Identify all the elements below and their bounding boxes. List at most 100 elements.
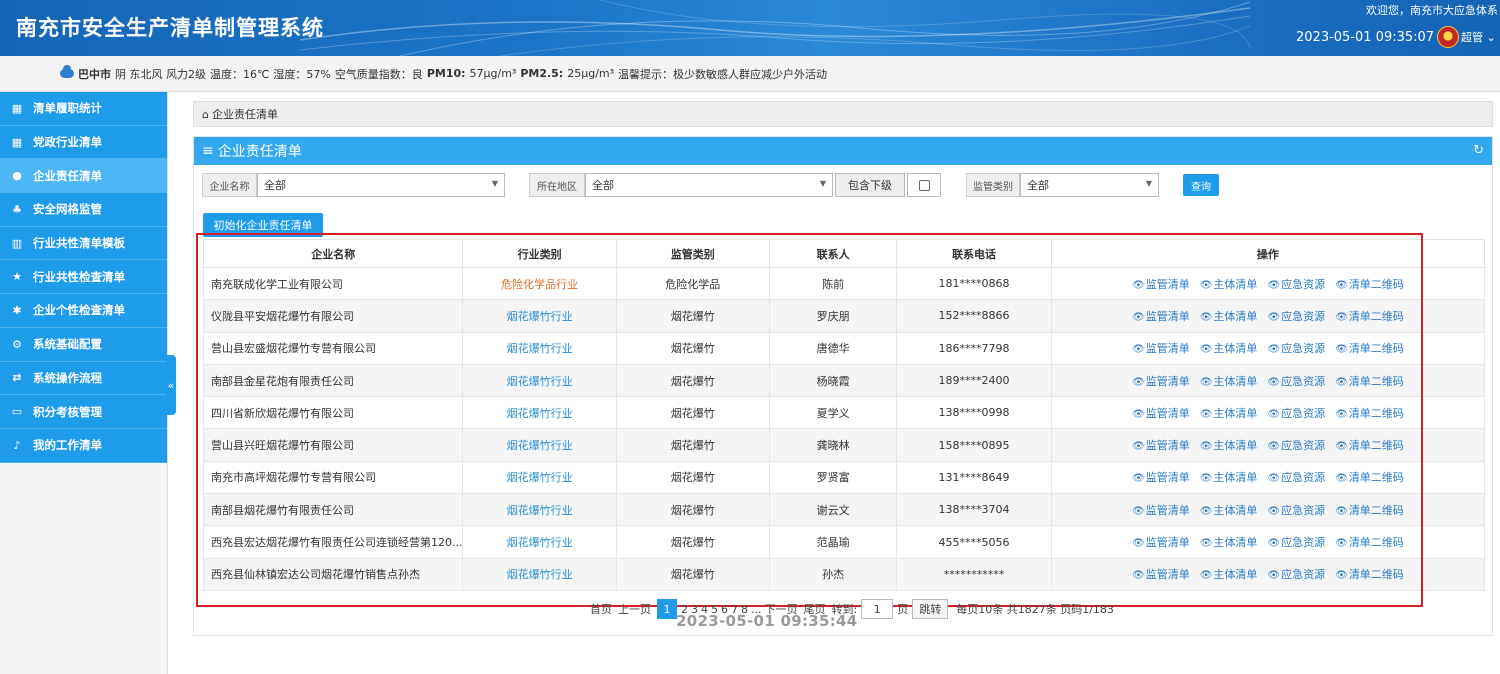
industry-link[interactable]: 危险化学品行业 [501, 278, 578, 291]
init-enterprise-list-button[interactable]: 初始化企业责任清单 [203, 213, 323, 237]
sidebar-item-label: 我的工作清单 [33, 438, 102, 453]
region-select-value: 全部 [592, 179, 614, 192]
row-action-link[interactable]: 👁清单二维码 [1335, 340, 1404, 356]
jump-button[interactable]: 跳转 [912, 599, 949, 619]
category-cell: 烟花爆竹 [615, 331, 770, 365]
sidebar-item-score-management[interactable]: ▭ 积分考核管理 [0, 395, 167, 429]
app-root: 南充市安全生产清单制管理系统 欢迎您，南充市大应急体系 2023-05-01 0… [0, 0, 1500, 674]
row-action-label: 应急资源 [1281, 374, 1326, 388]
row-action-link[interactable]: 👁清单二维码 [1335, 405, 1404, 421]
row-action-label: 监管清单 [1145, 503, 1190, 517]
sidebar-item-duty-stats[interactable]: ▦ 清单履职统计 [0, 92, 167, 126]
row-action-link[interactable]: 👁清单二维码 [1335, 534, 1404, 550]
row-action-link[interactable]: 👁主体清单 [1200, 502, 1258, 518]
row-action-link[interactable]: 👁主体清单 [1200, 566, 1258, 582]
company-name-cell: 南充联成化学工业有限公司 [202, 266, 464, 301]
industry-link[interactable]: 烟花爆竹行业 [507, 342, 573, 355]
row-action-label: 主体清单 [1213, 406, 1258, 420]
bell-icon: ♪ [13, 438, 21, 452]
sidebar-item-grid-supervision[interactable]: ♣ 安全网格监管 [0, 193, 167, 227]
row-action-label: 监管清单 [1145, 277, 1190, 291]
industry-link[interactable]: 烟花爆竹行业 [507, 375, 573, 388]
sidebar-item-party-list[interactable]: ▦ 党政行业清单 [0, 125, 167, 160]
row-action-link[interactable]: 👁应急资源 [1267, 340, 1325, 356]
prev-page-link[interactable]: 上一页 [618, 601, 651, 617]
breadcrumb-current[interactable]: 企业责任清单 [212, 106, 278, 122]
row-action-link[interactable]: 👁应急资源 [1267, 534, 1325, 550]
row-action-link[interactable]: 👁主体清单 [1200, 405, 1258, 421]
row-action-link[interactable]: 👁主体清单 [1200, 437, 1258, 453]
goto-page-input[interactable]: 1 [861, 599, 894, 619]
row-action-link[interactable]: 👁应急资源 [1267, 373, 1325, 389]
contact-cell: 谢云文 [768, 493, 898, 527]
row-action-link[interactable]: 👁主体清单 [1200, 469, 1258, 485]
row-action-link[interactable]: 👁监管清单 [1132, 405, 1190, 421]
weather-humidity: 湿度：57% [273, 67, 331, 81]
sidebar-item-custom-check[interactable]: ✱ 企业个性检查清单 [0, 294, 167, 328]
row-action-link[interactable]: 👁清单二维码 [1335, 469, 1404, 485]
include-sub-checkbox[interactable] [907, 173, 941, 197]
industry-link[interactable]: 烟花爆竹行业 [507, 471, 573, 484]
row-action-link[interactable]: 👁监管清单 [1132, 534, 1190, 550]
user-menu[interactable]: 超管 ⌄ [1461, 29, 1496, 45]
industry-link[interactable]: 烟花爆竹行业 [507, 310, 573, 323]
sidebar-item-my-work[interactable]: ♪ 我的工作清单 [0, 428, 167, 463]
row-action-link[interactable]: 👁主体清单 [1200, 373, 1258, 389]
industry-cell: 烟花爆竹行业 [462, 299, 617, 333]
industry-link[interactable]: 烟花爆竹行业 [507, 504, 573, 517]
row-action-link[interactable]: 👁应急资源 [1267, 308, 1325, 324]
row-action-link[interactable]: 👁监管清单 [1132, 437, 1190, 453]
eye-icon: 👁 [1335, 408, 1348, 420]
row-action-link[interactable]: 👁清单二维码 [1335, 308, 1404, 324]
eye-icon: 👁 [1267, 570, 1281, 582]
region-select[interactable]: 全部 ▼ [585, 173, 833, 197]
sidebar-item-common-check[interactable]: ★ 行业共性检查清单 [0, 260, 167, 295]
current-page[interactable]: 1 [657, 599, 677, 619]
row-action-label: 监管清单 [1145, 406, 1190, 420]
industry-link[interactable]: 烟花爆竹行业 [507, 568, 573, 581]
first-page-link[interactable]: 首页 [590, 601, 612, 617]
sidebar-collapse-button[interactable]: « [166, 355, 176, 415]
sidebar-item-operation-flow[interactable]: ⇄ 系统操作流程 [0, 361, 167, 396]
row-action-link[interactable]: 👁应急资源 [1267, 276, 1325, 292]
row-action-link[interactable]: 👁清单二维码 [1335, 566, 1404, 582]
industry-link[interactable]: 烟花爆竹行业 [507, 407, 573, 420]
sidebar-item-label: 积分考核管理 [33, 404, 102, 419]
row-action-link[interactable]: 👁主体清单 [1200, 308, 1258, 324]
row-action-link[interactable]: 👁主体清单 [1200, 340, 1258, 356]
row-action-link[interactable]: 👁监管清单 [1132, 469, 1190, 485]
industry-link[interactable]: 烟花爆竹行业 [507, 439, 573, 452]
row-action-label: 清单二维码 [1348, 471, 1404, 485]
sidebar-item-common-template[interactable]: ▥ 行业共性清单模板 [0, 226, 167, 261]
row-action-link[interactable]: 👁主体清单 [1200, 534, 1258, 550]
row-action-label: 主体清单 [1213, 439, 1258, 453]
row-action-link[interactable]: 👁监管清单 [1132, 308, 1190, 324]
row-action-link[interactable]: 👁监管清单 [1132, 276, 1190, 292]
row-action-label: 清单二维码 [1348, 568, 1404, 582]
monitor-icon: ▭ [11, 405, 23, 419]
row-action-link[interactable]: 👁清单二维码 [1335, 276, 1404, 292]
company-select[interactable]: 全部 ▼ [257, 173, 505, 197]
row-action-link[interactable]: 👁应急资源 [1267, 405, 1325, 421]
search-button[interactable]: 查询 [1183, 174, 1219, 196]
row-action-link[interactable]: 👁监管清单 [1132, 502, 1190, 518]
category-select[interactable]: 全部 ▼ [1020, 173, 1159, 197]
row-action-label: 主体清单 [1213, 374, 1258, 388]
row-action-link[interactable]: 👁监管清单 [1132, 340, 1190, 356]
industry-link[interactable]: 烟花爆竹行业 [507, 536, 573, 549]
row-action-link[interactable]: 👁应急资源 [1267, 469, 1325, 485]
row-action-link[interactable]: 👁主体清单 [1200, 276, 1258, 292]
row-action-link[interactable]: 👁监管清单 [1132, 373, 1190, 389]
row-action-link[interactable]: 👁应急资源 [1267, 502, 1325, 518]
row-action-link[interactable]: 👁清单二维码 [1335, 373, 1404, 389]
sidebar-item-system-config[interactable]: ⚙ 系统基础配置 [0, 327, 167, 362]
company-name-cell: 西充县宏达烟花爆竹有限责任公司连锁经营第120... [202, 525, 464, 559]
row-action-link[interactable]: 👁清单二维码 [1335, 502, 1404, 518]
include-sub-label[interactable]: 包含下级 [835, 173, 905, 197]
sidebar-item-enterprise-list[interactable]: ● 企业责任清单 [0, 159, 167, 194]
refresh-icon[interactable]: ↻ [1473, 143, 1484, 158]
row-action-link[interactable]: 👁清单二维码 [1335, 437, 1404, 453]
row-action-link[interactable]: 👁监管清单 [1132, 566, 1190, 582]
row-action-link[interactable]: 👁应急资源 [1267, 566, 1325, 582]
row-action-link[interactable]: 👁应急资源 [1267, 437, 1325, 453]
